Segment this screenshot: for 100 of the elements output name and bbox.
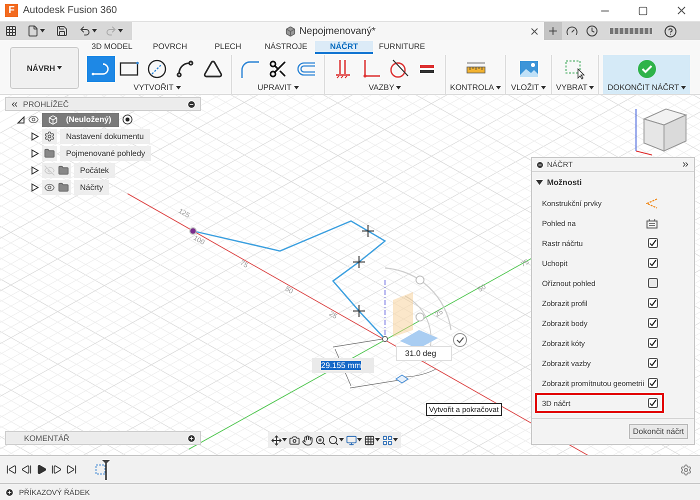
- plus-icon: [547, 25, 559, 37]
- play-button[interactable]: [36, 464, 47, 475]
- dimension-handle-icon: [395, 374, 409, 384]
- look-at-icon[interactable]: [646, 218, 658, 228]
- tree-item[interactable]: Počátek: [74, 163, 115, 178]
- new-tab-button[interactable]: [544, 22, 562, 40]
- group-menu-button[interactable]: VAZBY: [368, 82, 402, 93]
- caret-icon: [496, 86, 502, 90]
- group-menu-button[interactable]: DOKONČIT NÁČRT: [607, 82, 686, 93]
- ribbon-tab[interactable]: 3D MODEL: [83, 41, 141, 54]
- caret-icon: [339, 438, 344, 442]
- checkbox[interactable]: [648, 258, 658, 268]
- previous-step-button[interactable]: [21, 464, 32, 475]
- checkbox[interactable]: [648, 278, 658, 288]
- caret-icon: [396, 86, 402, 90]
- file-icon: [27, 25, 39, 37]
- next-step-button[interactable]: [51, 464, 62, 475]
- select-window-icon: [564, 58, 586, 80]
- caret-icon: [57, 66, 62, 70]
- minimize-icon[interactable]: [187, 100, 196, 108]
- active-radio[interactable]: [122, 114, 134, 125]
- point-marker: [352, 304, 366, 318]
- caret-icon: [375, 438, 380, 442]
- caret-icon: [118, 29, 123, 33]
- section-arrow-icon: [536, 180, 543, 186]
- ribbon-tab[interactable]: PLECH: [199, 41, 257, 54]
- tree-item[interactable]: (Neuložený): [42, 112, 120, 126]
- tree-item[interactable]: Nastavení dokumentu: [60, 129, 150, 144]
- add-icon[interactable]: [187, 434, 196, 442]
- checkbox[interactable]: [648, 398, 658, 408]
- checkbox[interactable]: [648, 338, 658, 348]
- angle-input[interactable]: 31.0 deg: [396, 346, 452, 361]
- caret-icon: [681, 86, 686, 90]
- checkbox[interactable]: [648, 318, 658, 328]
- eye-icon[interactable]: [44, 182, 55, 193]
- group-menu-button[interactable]: VYBRAT: [556, 82, 594, 93]
- app-logo: F: [5, 4, 18, 17]
- length-input[interactable]: 29.155 mm: [312, 358, 374, 373]
- point-marker: [362, 224, 374, 238]
- folder-icon: [58, 182, 69, 193]
- redo-icon: [105, 25, 117, 37]
- add-icon[interactable]: [5, 488, 14, 496]
- scissors-icon: [268, 58, 288, 78]
- close-tab-icon[interactable]: [529, 26, 540, 36]
- checkbox[interactable]: [648, 378, 658, 388]
- caret-icon: [176, 86, 180, 90]
- document-tab[interactable]: Nepojmenovaný*: [132, 22, 544, 40]
- help-icon: [664, 24, 676, 38]
- zoom-in-icon: [315, 434, 326, 446]
- expand-arrow-icon[interactable]: [31, 166, 39, 175]
- checkbox[interactable]: [648, 298, 658, 308]
- caret-icon: [357, 438, 362, 442]
- grid-icon: [364, 434, 375, 446]
- document-title: Nepojmenovaný*: [299, 26, 376, 36]
- expand-arrow-icon[interactable]: [31, 132, 39, 141]
- tree-item[interactable]: Náčrty: [74, 180, 110, 195]
- camera-icon: [289, 434, 300, 446]
- undo-icon: [79, 25, 91, 37]
- group-menu-button[interactable]: VLOŽIT: [511, 82, 546, 93]
- clock-icon: [586, 25, 598, 37]
- blurred-username: [610, 28, 652, 34]
- browser-title: PROHLÍŽEČ: [23, 100, 70, 108]
- triangle-icon: [203, 58, 223, 78]
- checkbox[interactable]: [648, 358, 658, 368]
- group-menu-button[interactable]: VYTVOŘIT: [133, 82, 180, 93]
- first-frame-button[interactable]: [6, 464, 17, 475]
- sketch-point: [189, 227, 197, 235]
- expand-arrow-icon[interactable]: [31, 183, 39, 192]
- monitor-icon: [346, 434, 357, 446]
- workspace-dropdown[interactable]: NÁVRH: [10, 47, 79, 89]
- ribbon-tab[interactable]: NÁSTROJE: [257, 41, 315, 54]
- last-frame-button[interactable]: [66, 464, 77, 475]
- caret-icon: [393, 438, 398, 442]
- minimize-icon[interactable]: [536, 160, 544, 168]
- layout-icon: [382, 434, 393, 446]
- caret-icon: [282, 438, 287, 442]
- point-marker: [352, 256, 366, 268]
- ribbon-tab[interactable]: POVRCH: [141, 41, 199, 54]
- expand-arrow-icon[interactable]: [17, 116, 25, 124]
- ribbon-tab[interactable]: FURNITURE: [373, 41, 431, 54]
- section-header[interactable]: Možnosti: [536, 174, 694, 191]
- check-circle-icon: [636, 58, 658, 80]
- checkbox[interactable]: [648, 238, 658, 248]
- collapse-icon[interactable]: [10, 100, 19, 108]
- move-arrows-icon: [271, 434, 282, 446]
- eye-icon[interactable]: [28, 114, 39, 125]
- hand-icon: [302, 434, 313, 446]
- origin-point: [382, 336, 388, 342]
- folder-icon: [58, 165, 69, 176]
- group-menu-button[interactable]: UPRAVIT: [257, 82, 299, 93]
- expand-icon[interactable]: [681, 160, 690, 169]
- ribbon-tab[interactable]: NÁČRT: [315, 41, 373, 54]
- group-menu-button[interactable]: KONTROLA: [450, 82, 502, 93]
- finish-sketch-button[interactable]: Dokončit náčrt: [628, 424, 688, 439]
- settings-icon[interactable]: [680, 464, 692, 476]
- tree-item[interactable]: Pojmenované pohledy: [60, 146, 152, 161]
- cube-icon: [48, 114, 58, 124]
- expand-arrow-icon[interactable]: [31, 149, 39, 158]
- tangent-icon: [388, 58, 410, 80]
- confirm-check-button[interactable]: [453, 333, 467, 347]
